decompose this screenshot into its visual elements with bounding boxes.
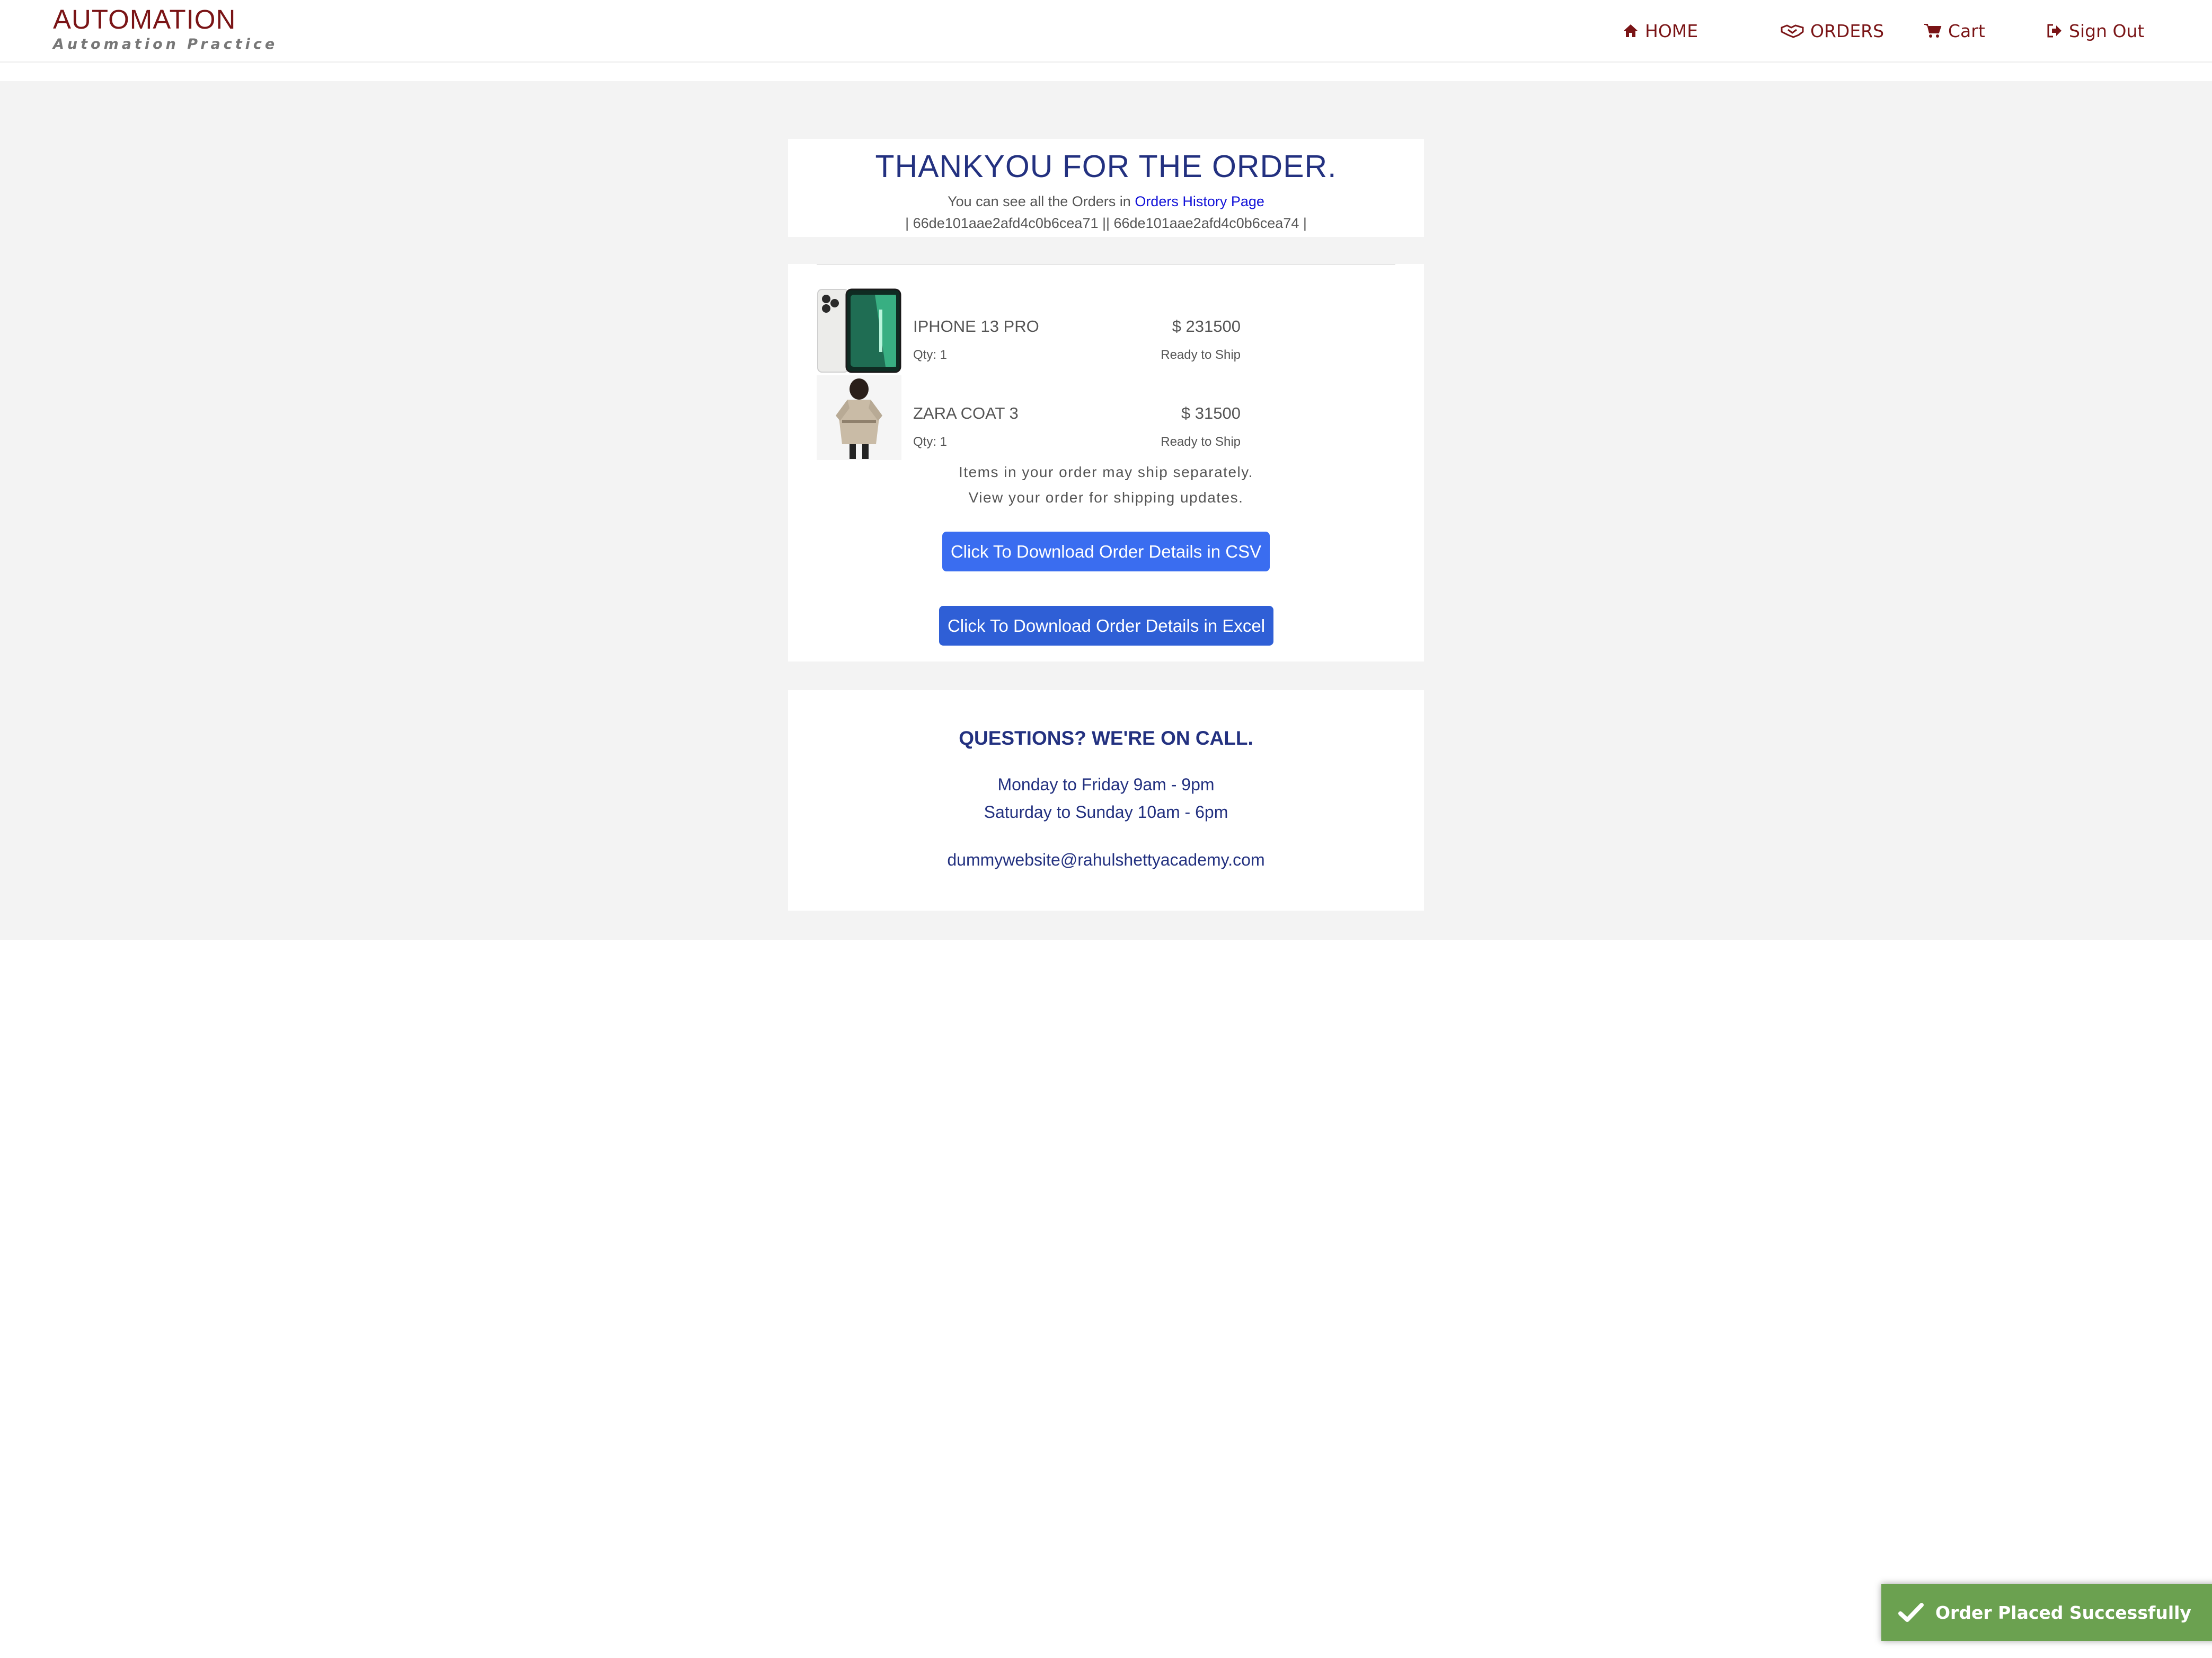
thank-you-card: THANKYOU FOR THE ORDER. You can see all … bbox=[788, 139, 1424, 237]
nav-cart-label: Cart bbox=[1948, 20, 1985, 41]
brand-subtitle: Automation Practice bbox=[53, 36, 278, 52]
nav-signout-link[interactable]: Sign Out bbox=[2047, 19, 2144, 42]
coat-image bbox=[817, 375, 901, 460]
thank-you-heading: THANKYOU FOR THE ORDER. bbox=[875, 149, 1337, 184]
nav-signout-label: Sign Out bbox=[2069, 20, 2145, 41]
nav-home-link[interactable]: HOME bbox=[1623, 19, 1698, 42]
item-quantity: Qty: 1 bbox=[913, 435, 948, 449]
shipping-note-line-1: Items in your order may ship separately. bbox=[959, 464, 1253, 480]
nav-home-label: HOME bbox=[1645, 20, 1698, 41]
orders-history-prefix: You can see all the Orders in bbox=[948, 193, 1131, 209]
sign-out-icon bbox=[2047, 24, 2061, 38]
nav-orders-link[interactable]: ORDERS bbox=[1781, 19, 1884, 42]
weekday-hours: Monday to Friday 9am - 9pm bbox=[997, 775, 1215, 794]
handshake-icon bbox=[1781, 24, 1804, 38]
brand-logo[interactable]: AUTOMATION Automation Practice bbox=[53, 3, 278, 52]
shipping-note-line-2: View your order for shipping updates. bbox=[968, 489, 1244, 506]
home-icon bbox=[1624, 24, 1638, 37]
item-name: ZARA COAT 3 bbox=[913, 404, 1019, 422]
order-item: ZARA COAT 3 $ 31500 Qty: 1 Ready to Ship bbox=[817, 375, 1241, 460]
order-items-card: IPHONE 13 PRO $ 231500 Qty: 1 Ready to S… bbox=[788, 264, 1424, 662]
brand-title: AUTOMATION bbox=[53, 4, 236, 34]
divider bbox=[817, 264, 1395, 265]
download-csv-button[interactable]: Click To Download Order Details in CSV bbox=[942, 532, 1270, 571]
order-item: IPHONE 13 PRO $ 231500 Qty: 1 Ready to S… bbox=[817, 288, 1241, 373]
item-status: Ready to Ship bbox=[1161, 348, 1241, 362]
toast-message: Order Placed Successfully bbox=[1935, 1602, 2191, 1623]
orders-history-link[interactable]: Orders History Page bbox=[1135, 193, 1264, 209]
order-ids: | 66de101aae2afd4c0b6cea71 || 66de101aae… bbox=[905, 215, 1307, 231]
item-name: IPHONE 13 PRO bbox=[913, 317, 1039, 336]
orders-history-line: You can see all the Orders in Orders His… bbox=[788, 193, 1424, 210]
iphone-image bbox=[817, 288, 901, 373]
top-navbar: AUTOMATION Automation Practice HOME ORDE… bbox=[0, 0, 2212, 63]
cart-icon bbox=[1924, 24, 1942, 38]
contact-card: QUESTIONS? WE'RE ON CALL. Monday to Frid… bbox=[788, 690, 1424, 911]
nav-orders-label: ORDERS bbox=[1810, 20, 1884, 41]
download-excel-button[interactable]: Click To Download Order Details in Excel bbox=[939, 606, 1273, 646]
weekend-hours: Saturday to Sunday 10am - 6pm bbox=[984, 802, 1228, 822]
item-quantity: Qty: 1 bbox=[913, 348, 948, 362]
checkmark-icon bbox=[1898, 1603, 1924, 1622]
nav-cart-link[interactable]: Cart bbox=[1924, 19, 1985, 42]
item-status: Ready to Ship bbox=[1161, 435, 1241, 449]
item-price: $ 231500 bbox=[1172, 317, 1241, 336]
order-success-toast[interactable]: Order Placed Successfully bbox=[1881, 1584, 2212, 1641]
contact-heading: QUESTIONS? WE'RE ON CALL. bbox=[959, 727, 1253, 749]
item-price: $ 31500 bbox=[1181, 404, 1241, 422]
contact-email[interactable]: dummywebsite@rahulshettyacademy.com bbox=[788, 850, 1424, 870]
